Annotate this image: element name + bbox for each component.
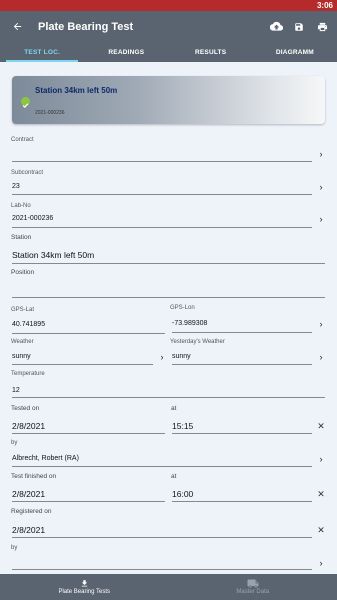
lab-no-label: Lab-No — [11, 203, 31, 209]
tab-label: DIAGRAMM — [275, 48, 314, 56]
tab-diagramm[interactable]: DIAGRAMM — [253, 42, 337, 62]
gps-lat-label: GPS-Lat — [11, 307, 35, 313]
truck-icon — [247, 579, 259, 588]
save-icon — [295, 22, 303, 31]
contract-underline — [12, 161, 312, 162]
status-bar: 3:06 — [0, 0, 337, 11]
station-card[interactable]: Station 34km left 50m 2021-000236 — [12, 76, 325, 124]
nav-master-data[interactable]: Master Data — [169, 574, 337, 600]
status-time: 3:06 — [316, 1, 333, 10]
finished-on-underline — [12, 501, 165, 502]
contract-label: Contract — [11, 137, 34, 143]
back-button[interactable] — [0, 11, 34, 42]
subcontract-underline — [12, 194, 312, 195]
gps-lon-label: GPS-Lon — [170, 305, 195, 311]
tab-bar: TEST LOC. READINGS RESULTS DIAGRAMM — [0, 42, 337, 62]
gps-lat-underline — [12, 333, 165, 334]
cloud-upload-icon — [269, 21, 283, 31]
station-underline — [12, 263, 325, 264]
registered-on-underline — [12, 537, 312, 538]
nav-label: Plate Bearing Tests — [58, 589, 111, 595]
chevron-right-icon[interactable]: › — [158, 352, 166, 362]
yesterday-weather-field[interactable]: sunny — [172, 353, 191, 360]
finished-on-label: Test finished on — [11, 473, 57, 480]
registered-on-label: Registered on — [11, 508, 52, 515]
temperature-label: Temperature — [11, 371, 45, 377]
tab-label: RESULTS — [194, 48, 227, 56]
tested-on-label: Tested on — [11, 405, 40, 412]
yesterday-weather-underline — [172, 364, 312, 365]
finished-at-underline — [172, 501, 312, 502]
print-button[interactable] — [311, 11, 333, 42]
tab-readings[interactable]: READINGS — [84, 42, 168, 62]
station-label: Station — [11, 234, 32, 241]
tested-by-label: by — [11, 440, 18, 446]
card-title: Station 34km left 50m — [35, 86, 118, 95]
finished-at-label: at — [171, 473, 177, 480]
tested-on-underline — [12, 433, 165, 434]
position-label: Position — [11, 269, 35, 276]
finished-on-field[interactable]: 2/8/2021 — [12, 489, 45, 499]
app-title: Plate Bearing Test — [38, 20, 134, 33]
tab-label: READINGS — [108, 48, 145, 56]
station-field[interactable]: Station 34km left 50m — [12, 250, 94, 260]
gps-lon-underline — [172, 332, 312, 333]
nav-label: Master Data — [236, 589, 270, 595]
chevron-right-icon[interactable]: › — [317, 214, 325, 224]
temperature-underline — [12, 397, 325, 398]
tested-at-field[interactable]: 15:15 — [172, 421, 193, 431]
tab-results[interactable]: RESULTS — [169, 42, 253, 62]
finished-at-field[interactable]: 16:00 — [172, 489, 193, 499]
registered-by-label: by — [11, 545, 18, 551]
chevron-right-icon[interactable]: › — [317, 558, 325, 568]
registered-by-underline — [12, 569, 312, 570]
subcontract-field[interactable]: 23 — [12, 183, 20, 190]
bottom-nav: Plate Bearing Tests Master Data — [0, 574, 337, 600]
chevron-right-icon[interactable]: › — [317, 454, 325, 464]
lab-no-field[interactable]: 2021-000236 — [12, 215, 53, 222]
tested-on-field[interactable]: 2/8/2021 — [12, 421, 45, 431]
nav-plate-bearing-tests[interactable]: Plate Bearing Tests — [0, 574, 169, 600]
tested-by-underline — [12, 466, 312, 467]
weather-label: Weather — [11, 339, 34, 345]
chevron-right-icon[interactable]: › — [317, 319, 325, 329]
clear-icon[interactable]: ✕ — [317, 421, 325, 432]
tab-test-loc[interactable]: TEST LOC. — [0, 42, 84, 62]
position-underline — [12, 297, 325, 298]
lab-no-underline — [12, 227, 312, 228]
chevron-right-icon[interactable]: › — [317, 352, 325, 362]
weather-field[interactable]: sunny — [12, 353, 31, 360]
registered-on-field[interactable]: 2/8/2021 — [12, 525, 45, 535]
app-bar: Plate Bearing Test — [0, 11, 337, 42]
tested-at-label: at — [171, 405, 177, 412]
download-icon — [81, 580, 87, 587]
gps-lon-field[interactable]: -73.989308 — [172, 320, 207, 327]
print-icon — [317, 22, 327, 31]
weather-underline — [12, 364, 153, 365]
upload-button[interactable] — [265, 11, 287, 42]
temperature-field[interactable]: 12 — [12, 387, 20, 394]
chevron-right-icon[interactable]: › — [317, 149, 325, 159]
clear-icon[interactable]: ✕ — [317, 489, 325, 500]
gps-lat-field[interactable]: 40.741895 — [12, 321, 45, 328]
chevron-right-icon[interactable]: › — [317, 182, 325, 192]
card-subtitle: 2021-000236 — [35, 110, 65, 116]
check-circle-icon — [21, 97, 30, 109]
save-button[interactable] — [288, 11, 310, 42]
subcontract-label: Subcontract — [11, 170, 44, 176]
tested-by-field[interactable]: Albrecht, Robert (RA) — [12, 455, 79, 462]
yesterday-weather-label: Yesterday's Weather — [170, 339, 225, 345]
tab-label: TEST LOC. — [24, 48, 60, 56]
tested-at-underline — [172, 433, 312, 434]
back-arrow-icon — [13, 22, 21, 31]
clear-icon[interactable]: ✕ — [317, 525, 325, 536]
